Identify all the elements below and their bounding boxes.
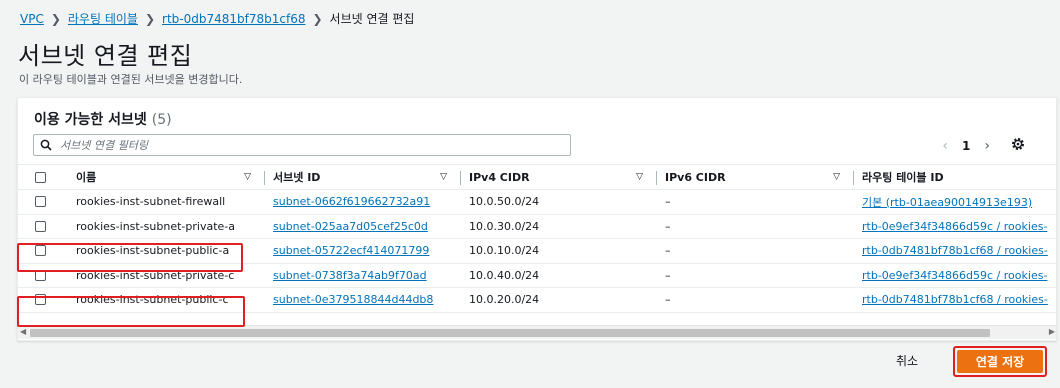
- select-all-checkbox[interactable]: [35, 171, 46, 183]
- subnet-name: rookies-inst-subnet-firewall: [76, 195, 226, 209]
- ipv4-cidr: 10.0.10.0/24: [469, 244, 540, 258]
- route-table-link[interactable]: rtb-0e9ef34f34866d59c / rookies-: [862, 269, 1047, 282]
- subnet-filter[interactable]: [33, 134, 571, 156]
- chevron-right-icon[interactable]: ›: [984, 138, 990, 154]
- chevron-right-icon: ❯: [144, 11, 156, 26]
- pagination: ‹ 1 ›: [942, 138, 990, 154]
- scroll-left-icon[interactable]: ◀: [20, 327, 26, 336]
- available-subnets-panel: 이용 가능한 서브넷 (5) ‹ 1 › 이름 ▽ 서브넷 ID ▽ IPv4 CI…: [17, 97, 1057, 341]
- sort-icon: ▽: [636, 172, 643, 182]
- column-subnet-id-label: 서브넷 ID: [273, 171, 321, 184]
- subnet-name: rookies-inst-subnet-private-c: [76, 268, 235, 282]
- sort-icon: ▽: [833, 172, 840, 182]
- column-ipv4[interactable]: IPv4 CIDR ▽: [461, 165, 657, 189]
- column-name-label: 이름: [76, 171, 97, 184]
- table-row[interactable]: rookies-inst-subnet-private-c subnet-073…: [18, 264, 1056, 288]
- chevron-right-icon: ❯: [50, 11, 61, 26]
- cancel-button[interactable]: 취소: [896, 352, 918, 369]
- page-description: 이 라우팅 테이블과 연결된 서브넷을 변경합니다.: [19, 73, 243, 86]
- subnet-filter-input[interactable]: [60, 138, 560, 152]
- route-table-link[interactable]: 기본 (rtb-01aea90014913e193): [862, 194, 1032, 210]
- route-table-link[interactable]: rtb-0db7481bf78b1cf68 / rookies-: [862, 293, 1048, 306]
- panel-header: 이용 가능한 서브넷 (5): [34, 109, 172, 129]
- row-checkbox[interactable]: [35, 196, 46, 208]
- scrollbar-thumb[interactable]: [30, 329, 990, 337]
- subnet-name: rookies-inst-subnet-public-c: [76, 293, 229, 307]
- subnet-id-link[interactable]: subnet-0e379518844d44db8: [273, 293, 433, 306]
- column-route-table-id[interactable]: 라우팅 테이블 ID: [854, 165, 1056, 189]
- subnet-name: rookies-inst-subnet-private-a: [76, 219, 235, 233]
- route-table-link[interactable]: rtb-0e9ef34f34866d59c / rookies-: [862, 220, 1047, 233]
- page-number[interactable]: 1: [962, 139, 970, 153]
- ipv6-cidr: –: [665, 268, 671, 282]
- save-button-highlight: 연결 저장: [953, 346, 1047, 377]
- breadcrumb-vpc[interactable]: VPC: [20, 12, 44, 26]
- ipv4-cidr: 10.0.40.0/24: [469, 268, 540, 282]
- search-icon: [40, 139, 52, 151]
- breadcrumb-current: 서브넷 연결 편집: [329, 12, 415, 26]
- column-ipv6-label: IPv6 CIDR: [665, 170, 726, 184]
- gear-icon[interactable]: [1010, 136, 1026, 152]
- row-checkbox[interactable]: [35, 220, 46, 232]
- subnet-id-link[interactable]: subnet-0738f3a74ab9f70ad: [273, 269, 427, 282]
- sort-icon: ▽: [440, 172, 447, 182]
- subnets-table: 이름 ▽ 서브넷 ID ▽ IPv4 CIDR ▽ IPv6 CIDR ▽ 라우팅 테이…: [18, 164, 1056, 313]
- ipv4-cidr: 10.0.20.0/24: [469, 293, 540, 307]
- ipv6-cidr: –: [665, 293, 671, 307]
- panel-count: (5): [151, 112, 172, 128]
- breadcrumb-route-tables[interactable]: 라우팅 테이블: [68, 10, 138, 27]
- ipv6-cidr: –: [665, 219, 671, 233]
- subnet-id-link[interactable]: subnet-025aa7d05cef25c0d: [273, 220, 428, 233]
- breadcrumb-route-table-id[interactable]: rtb-0db7481bf78b1cf68: [162, 12, 305, 26]
- table-row[interactable]: rookies-inst-subnet-private-a subnet-025…: [18, 215, 1056, 239]
- table-header: 이름 ▽ 서브넷 ID ▽ IPv4 CIDR ▽ IPv6 CIDR ▽ 라우팅 테이…: [18, 164, 1056, 190]
- table-row[interactable]: rookies-inst-subnet-public-a subnet-0572…: [18, 239, 1056, 264]
- subnet-id-link[interactable]: subnet-0662f619662732a91: [273, 195, 430, 208]
- subnet-name: rookies-inst-subnet-public-a: [76, 244, 230, 258]
- chevron-left-icon[interactable]: ‹: [942, 138, 948, 154]
- row-checkbox[interactable]: [35, 269, 46, 281]
- column-route-table-label: 라우팅 테이블 ID: [862, 171, 944, 184]
- route-table-link[interactable]: rtb-0db7481bf78b1cf68 / rookies-: [862, 244, 1048, 257]
- select-all-cell: [18, 165, 68, 189]
- ipv6-cidr: –: [665, 195, 671, 209]
- table-row[interactable]: rookies-inst-subnet-firewall subnet-0662…: [18, 190, 1056, 215]
- row-checkbox[interactable]: [35, 294, 46, 306]
- horizontal-scrollbar[interactable]: ◀ ▶: [18, 325, 1056, 339]
- row-checkbox[interactable]: [35, 245, 46, 257]
- save-associations-button[interactable]: 연결 저장: [957, 350, 1043, 373]
- subnet-id-link[interactable]: subnet-05722ecf414071799: [273, 244, 429, 257]
- ipv6-cidr: –: [665, 244, 671, 258]
- panel-title: 이용 가능한 서브넷: [34, 112, 147, 128]
- column-subnet-id[interactable]: 서브넷 ID ▽: [265, 165, 461, 189]
- ipv4-cidr: 10.0.30.0/24: [469, 219, 540, 233]
- column-ipv4-label: IPv4 CIDR: [469, 170, 530, 184]
- column-name[interactable]: 이름 ▽: [68, 165, 265, 189]
- ipv4-cidr: 10.0.50.0/24: [469, 195, 540, 209]
- sort-icon: ▽: [244, 172, 251, 182]
- table-row[interactable]: rookies-inst-subnet-public-c subnet-0e37…: [18, 288, 1056, 313]
- chevron-right-icon: ❯: [312, 11, 323, 26]
- scroll-right-icon[interactable]: ▶: [1049, 327, 1055, 336]
- breadcrumb: VPC ❯ 라우팅 테이블 ❯ rtb-0db7481bf78b1cf68 ❯ …: [20, 10, 414, 27]
- column-ipv6[interactable]: IPv6 CIDR ▽: [657, 165, 854, 189]
- page-title: 서브넷 연결 편집: [18, 42, 193, 70]
